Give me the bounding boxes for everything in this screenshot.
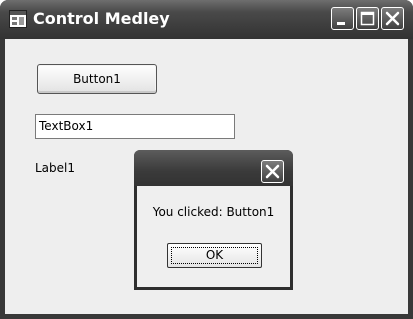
minimize-button[interactable] [331, 7, 354, 30]
ok-button[interactable]: OK [167, 243, 262, 268]
message-box-close-button[interactable] [261, 160, 284, 183]
title-bar[interactable]: Control Medley [0, 0, 413, 39]
label1: Label1 [35, 161, 76, 175]
window-form-icon [9, 10, 27, 28]
close-icon [385, 11, 400, 26]
minimize-icon [337, 22, 345, 25]
close-icon [265, 164, 280, 179]
textbox1[interactable]: TextBox1 [35, 114, 235, 139]
message-box-body: You clicked: Button1 OK [137, 186, 290, 287]
maximize-icon [360, 11, 375, 26]
message-box-title-bar[interactable] [134, 150, 293, 186]
button1[interactable]: Button1 [37, 64, 157, 94]
message-text: You clicked: Button1 [152, 205, 275, 219]
message-box: You clicked: Button1 OK [134, 150, 293, 290]
window-title: Control Medley [33, 9, 170, 28]
maximize-button[interactable] [356, 7, 379, 30]
focus-rectangle [171, 247, 258, 264]
close-button[interactable] [381, 7, 404, 30]
